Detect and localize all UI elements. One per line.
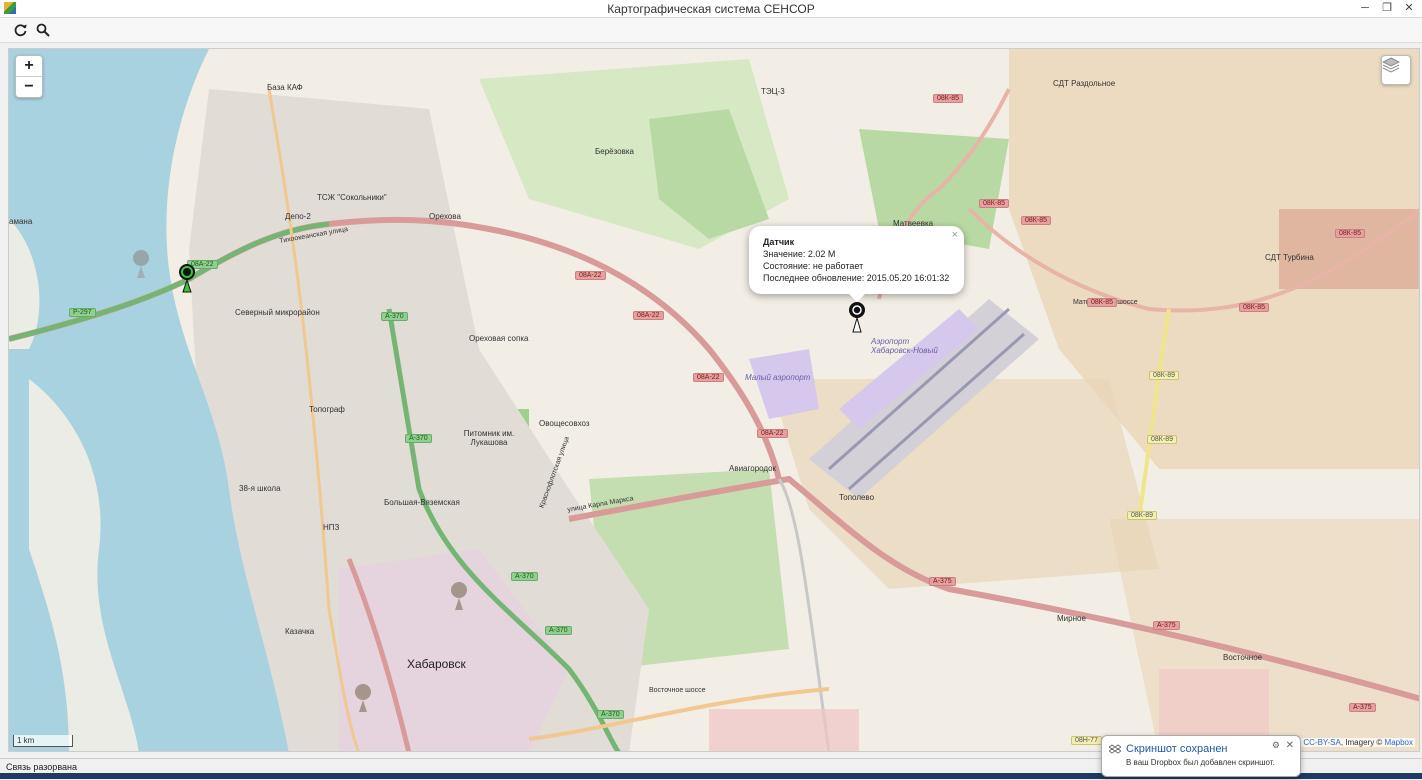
- popup-close-button[interactable]: ×: [952, 229, 958, 241]
- place-turbina: СДТ Турбина: [1265, 253, 1314, 262]
- zoom-in-button[interactable]: +: [16, 56, 42, 76]
- place-npz: НПЗ: [323, 523, 340, 532]
- place-ovoshchesovkhoz: Овощесовхоз: [539, 419, 590, 428]
- sensor-airport-marker[interactable]: [847, 301, 867, 333]
- osm-license-link[interactable]: CC-BY-SA: [1303, 738, 1341, 747]
- place-topolevo: Тополево: [839, 493, 875, 502]
- popup-tip: [849, 294, 865, 302]
- layers-button[interactable]: [1381, 55, 1411, 85]
- mapbox-link[interactable]: Mapbox: [1385, 738, 1413, 747]
- road-shield: А-370: [545, 626, 572, 635]
- place-mirnoe: Мирное: [1057, 614, 1086, 623]
- road-shield: 08К-85: [1087, 298, 1117, 307]
- place-depo-2: Депо-2: [285, 212, 311, 221]
- sensor-popup: × Датчик Значение: 2.02 М Состояние: не …: [749, 226, 964, 302]
- place-vostochnoe: Восточное: [1223, 653, 1263, 662]
- road-shield: А-370: [381, 312, 408, 321]
- sensor-city-marker[interactable]: [353, 683, 373, 713]
- popup-state: Состояние: не работает: [763, 261, 864, 271]
- place-orekhova: Орехова: [429, 212, 461, 221]
- popup-updated: Последнее обновление: 2015.05.20 16:01:3…: [763, 273, 950, 283]
- window-title: Картографическая система СЕНСОР: [607, 2, 815, 16]
- road-shield: А-375: [1153, 621, 1180, 630]
- place-khabarovsk: Хабаровск: [407, 657, 466, 671]
- road-shield: Р-297: [69, 308, 96, 317]
- road-shield: 08А-22: [575, 271, 606, 280]
- place-kazachka: Казачка: [285, 627, 315, 636]
- window-titlebar: Картографическая система СЕНСОР ─ ❐ ✕: [0, 0, 1422, 18]
- sensor-active-marker[interactable]: [177, 263, 197, 293]
- zoom-control: + −: [15, 55, 43, 98]
- sensor-south-marker[interactable]: [449, 581, 469, 611]
- place-sokolniki: ТСЖ "Сокольники": [317, 193, 387, 202]
- refresh-button[interactable]: [12, 21, 30, 39]
- place-baza-kaf: База КАФ: [267, 83, 303, 92]
- toolbar: [0, 18, 1422, 43]
- notification-message: В ваш Dropbox был добавлен скриншот.: [1126, 758, 1275, 767]
- road-shield: 08К-85: [933, 94, 963, 103]
- road-shield: 08К-85: [1021, 216, 1051, 225]
- search-button[interactable]: [34, 21, 52, 39]
- popup-value: Значение: 2.02 М: [763, 249, 836, 259]
- place-razdolnoe: СДТ Раздольное: [1053, 79, 1116, 88]
- layers-icon: [1382, 57, 1400, 73]
- road-shield: 08К-89: [1127, 511, 1157, 520]
- place-aviagorodok: Авиагородок: [729, 464, 777, 473]
- place-severny: Северный микрорайон: [235, 308, 320, 317]
- road-shield: А-370: [597, 710, 624, 719]
- notification-settings-icon[interactable]: ⚙: [1272, 740, 1280, 751]
- place-maly-airport: Малый аэропорт: [745, 373, 811, 382]
- map-canvas[interactable]: База КАФ Депо-2 ТСЖ "Сокольники" Северны…: [8, 48, 1420, 752]
- place-berezovka: Берёзовка: [595, 147, 634, 156]
- notification-close-button[interactable]: ✕: [1286, 740, 1294, 751]
- place-pitomnik: Питомник им. Лукашова: [463, 429, 515, 447]
- imagery-text: , Imagery ©: [1340, 738, 1385, 747]
- zoom-out-button[interactable]: −: [16, 76, 42, 97]
- road-shield: А-375: [1349, 703, 1376, 712]
- road-shield: 08К-85: [1335, 229, 1365, 238]
- search-icon: [36, 23, 50, 37]
- road-shield: 08К-85: [979, 199, 1009, 208]
- road-shield: 08К-89: [1147, 435, 1177, 444]
- road-shield: 08Н-77: [1071, 736, 1102, 745]
- popup-title: Датчик: [763, 237, 795, 247]
- road-shield: 08К-89: [1149, 371, 1179, 380]
- place-airport: Аэропорт Хабаровск-Новый: [871, 337, 938, 355]
- scale-bar: 1 km: [13, 735, 73, 747]
- dropbox-notification[interactable]: Скриншот сохранен В ваш Dropbox был доба…: [1101, 735, 1301, 777]
- road-shield: А-370: [405, 434, 432, 443]
- map-attribution: CC-BY-SA, Imagery © Mapbox: [1301, 738, 1415, 747]
- place-topograf: Топограф: [309, 405, 345, 414]
- dropbox-icon: [1109, 744, 1121, 754]
- minimize-button[interactable]: ─: [1354, 0, 1376, 17]
- place-amanza: амана: [9, 217, 33, 226]
- close-button[interactable]: ✕: [1398, 0, 1420, 17]
- connection-status: Связь разорвана: [6, 762, 77, 772]
- road-shield: 08А-22: [757, 429, 788, 438]
- place-bolshaya-vyazemskaya: Большая-Вяземская: [384, 498, 460, 507]
- place-38-school: 38-я школа: [239, 484, 281, 493]
- refresh-icon: [14, 24, 27, 37]
- map-tiles: [9, 49, 1419, 751]
- road-shield: 08К-85: [1239, 303, 1269, 312]
- road-shield: А-370: [511, 572, 538, 581]
- sensor-west-marker[interactable]: [131, 249, 151, 279]
- place-orekhovaya: Ореховая сопка: [469, 334, 529, 343]
- notification-title: Скриншот сохранен: [1126, 743, 1228, 755]
- road-shield: 08А-22: [693, 373, 724, 382]
- street-vostochnoe-shosse: Восточное шоссе: [649, 687, 706, 694]
- road-shield: А-375: [929, 577, 956, 586]
- restore-button[interactable]: ❐: [1376, 0, 1398, 17]
- place-tec3: ТЭЦ-3: [761, 87, 785, 96]
- road-shield: 08А-22: [633, 311, 664, 320]
